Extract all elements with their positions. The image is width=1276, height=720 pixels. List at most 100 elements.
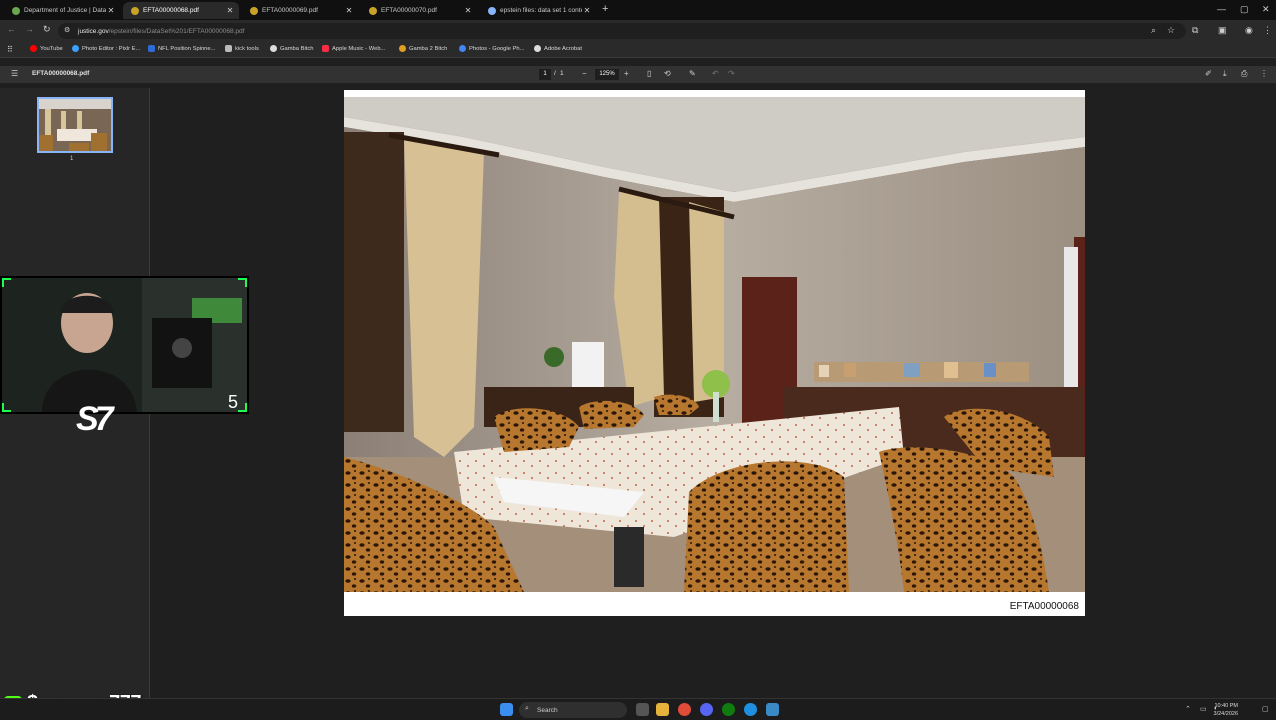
close-window-button[interactable]: ✕ bbox=[1262, 4, 1270, 15]
browser-toolbar: ← → ↻ ⚙ justice.gov /epstein/files/DataS… bbox=[0, 20, 1276, 42]
undo-icon[interactable]: ↶ bbox=[712, 69, 719, 78]
apple-music-icon bbox=[322, 45, 329, 52]
xbox-icon[interactable] bbox=[722, 703, 735, 716]
bookmark-label: Gamba 2 Bitch bbox=[409, 45, 448, 52]
chrome-icon[interactable] bbox=[678, 703, 691, 716]
task-view-icon[interactable] bbox=[636, 703, 649, 716]
tab-label: Department of Justice | Data Se bbox=[24, 7, 106, 14]
edge-icon[interactable] bbox=[744, 703, 757, 716]
frame-corner-icon bbox=[238, 403, 247, 412]
streamer-logo: S7 bbox=[76, 400, 114, 438]
system-clock[interactable]: 10:40 PM 3/24/2026 bbox=[1214, 702, 1238, 718]
search-placeholder: Search bbox=[537, 706, 558, 714]
redo-icon[interactable]: ↷ bbox=[728, 69, 735, 78]
split-view-icon[interactable]: ▣ bbox=[1218, 25, 1227, 36]
bookmark-kick-tools[interactable]: kick tools bbox=[225, 45, 259, 52]
dollar-icon bbox=[270, 45, 277, 52]
page-total: 1 bbox=[560, 70, 564, 77]
close-icon[interactable]: ✕ bbox=[225, 6, 235, 15]
new-tab-button[interactable]: + bbox=[602, 3, 608, 15]
frame-corner-icon bbox=[2, 403, 11, 412]
bookmark-youtube[interactable]: YouTube bbox=[30, 45, 63, 52]
close-icon[interactable]: ✕ bbox=[582, 6, 592, 15]
dining-room-photo bbox=[344, 97, 1085, 592]
reload-icon[interactable]: ↻ bbox=[43, 24, 51, 35]
more-options-icon[interactable]: ⋮ bbox=[1260, 69, 1268, 78]
bookmark-label: Photos - Google Ph... bbox=[469, 45, 525, 52]
address-host: justice.gov bbox=[78, 27, 109, 35]
bookmark-label: Apple Music - Web... bbox=[332, 45, 386, 52]
page-number-input[interactable]: 1 bbox=[539, 69, 551, 80]
rotate-icon[interactable]: ⟲ bbox=[664, 69, 671, 78]
tray-chevron-icon[interactable]: ⌃ bbox=[1185, 705, 1191, 713]
taskbar-search[interactable]: ⌕ Search bbox=[519, 702, 627, 718]
webcam-overlay bbox=[0, 276, 249, 414]
bookmark-apple-music[interactable]: Apple Music - Web... bbox=[322, 45, 385, 52]
close-icon[interactable]: ✕ bbox=[344, 6, 354, 15]
tab-label: EFTA00000069.pdf bbox=[262, 7, 318, 14]
zoom-out-icon[interactable]: − bbox=[582, 69, 587, 78]
start-icon[interactable] bbox=[500, 703, 513, 716]
minimize-button[interactable]: — bbox=[1217, 4, 1226, 14]
tab-label: EFTA00000070.pdf bbox=[381, 7, 437, 14]
bookmark-label: Gamba Bitch bbox=[280, 45, 314, 52]
tab-search-results[interactable]: epstein files: data set 1 content ✕ bbox=[480, 2, 596, 19]
bookmark-label: Photo Editor : Pixlr E... bbox=[82, 45, 141, 52]
bookmark-pixlr[interactable]: Photo Editor : Pixlr E... bbox=[72, 45, 140, 52]
tab-efta68[interactable]: EFTA00000068.pdf ✕ bbox=[123, 2, 239, 19]
bookmark-label: YouTube bbox=[40, 45, 63, 52]
doj-favicon-icon bbox=[12, 6, 20, 15]
coin-icon bbox=[399, 45, 406, 52]
profile-icon[interactable]: ◉ bbox=[1245, 25, 1253, 36]
notepad-icon[interactable] bbox=[766, 703, 779, 716]
edit-icon[interactable]: ✐ bbox=[1205, 69, 1212, 78]
download-icon[interactable]: ⤓ bbox=[1223, 69, 1227, 79]
pdf-favicon-icon bbox=[369, 6, 377, 15]
zoom-icon[interactable]: ⌕ bbox=[1151, 25, 1156, 36]
bookmark-gamba[interactable]: Gamba Bitch bbox=[270, 45, 314, 52]
discord-icon[interactable] bbox=[700, 703, 713, 716]
tab-doj[interactable]: Department of Justice | Data Se ✕ bbox=[4, 2, 120, 19]
bookmark-nfl[interactable]: NFL Position Spinne... bbox=[148, 45, 215, 52]
pdf-toolbar: ☰ EFTA00000068.pdf 1 / 1 − 125% + ▯ ⟲ ✎ … bbox=[0, 66, 1276, 83]
zoom-in-icon[interactable]: + bbox=[624, 69, 629, 78]
youtube-icon bbox=[30, 45, 37, 52]
site-info-icon[interactable]: ⚙ bbox=[64, 26, 73, 35]
menu-icon[interactable]: ⋮ bbox=[1263, 25, 1272, 36]
annotate-icon[interactable]: ✎ bbox=[689, 69, 696, 78]
notification-icon[interactable]: ▢ bbox=[1262, 705, 1269, 713]
bookmark-star-icon[interactable]: ☆ bbox=[1167, 25, 1175, 36]
print-icon[interactable]: ⎙ bbox=[1241, 69, 1247, 79]
close-icon[interactable]: ✕ bbox=[463, 6, 473, 15]
zoom-input[interactable]: 125% bbox=[595, 69, 619, 80]
tab-efta69[interactable]: EFTA00000069.pdf ✕ bbox=[242, 2, 358, 19]
page-thumbnail[interactable] bbox=[37, 97, 113, 153]
clock-time: 10:40 PM bbox=[1214, 703, 1238, 709]
maximize-button[interactable]: ▢ bbox=[1240, 4, 1249, 15]
bookmark-label: Adobe Acrobat bbox=[544, 45, 583, 52]
folder-grid-icon bbox=[225, 45, 232, 52]
webcam-feed bbox=[2, 278, 247, 412]
pdf-page: EFTA00000068 bbox=[344, 90, 1085, 616]
clock-date: 3/24/2026 bbox=[1213, 711, 1238, 717]
search-icon: ⌕ bbox=[525, 705, 529, 712]
back-icon[interactable]: ← bbox=[7, 24, 16, 34]
forward-icon[interactable]: → bbox=[25, 24, 34, 34]
extensions-icon[interactable]: ⧉ bbox=[1192, 25, 1198, 36]
tab-efta70[interactable]: EFTA00000070.pdf ✕ bbox=[361, 2, 477, 19]
address-bar[interactable]: ⚙ justice.gov /epstein/files/DataSet%201… bbox=[58, 23, 1186, 39]
tab-strip: Department of Justice | Data Se ✕ EFTA00… bbox=[0, 0, 1276, 20]
fit-page-icon[interactable]: ▯ bbox=[647, 69, 651, 78]
page-separator: / bbox=[554, 70, 556, 77]
bookmark-gamba2[interactable]: Gamba 2 Bitch bbox=[399, 45, 447, 52]
close-icon[interactable]: ✕ bbox=[106, 6, 116, 15]
document-id: EFTA00000068 bbox=[1009, 601, 1079, 612]
apps-icon[interactable]: ⠿ bbox=[7, 45, 13, 54]
file-explorer-icon[interactable] bbox=[656, 703, 669, 716]
network-icon[interactable]: ▭ bbox=[1200, 705, 1207, 713]
bookmark-google-photos[interactable]: Photos - Google Ph... bbox=[459, 45, 524, 52]
bookmark-adobe-acrobat[interactable]: Adobe Acrobat bbox=[534, 45, 582, 52]
hamburger-menu-icon[interactable]: ☰ bbox=[11, 69, 18, 78]
google-photos-icon bbox=[459, 45, 466, 52]
bookmarks-bar: ⠿ YouTube Photo Editor : Pixlr E... NFL … bbox=[0, 42, 1276, 58]
